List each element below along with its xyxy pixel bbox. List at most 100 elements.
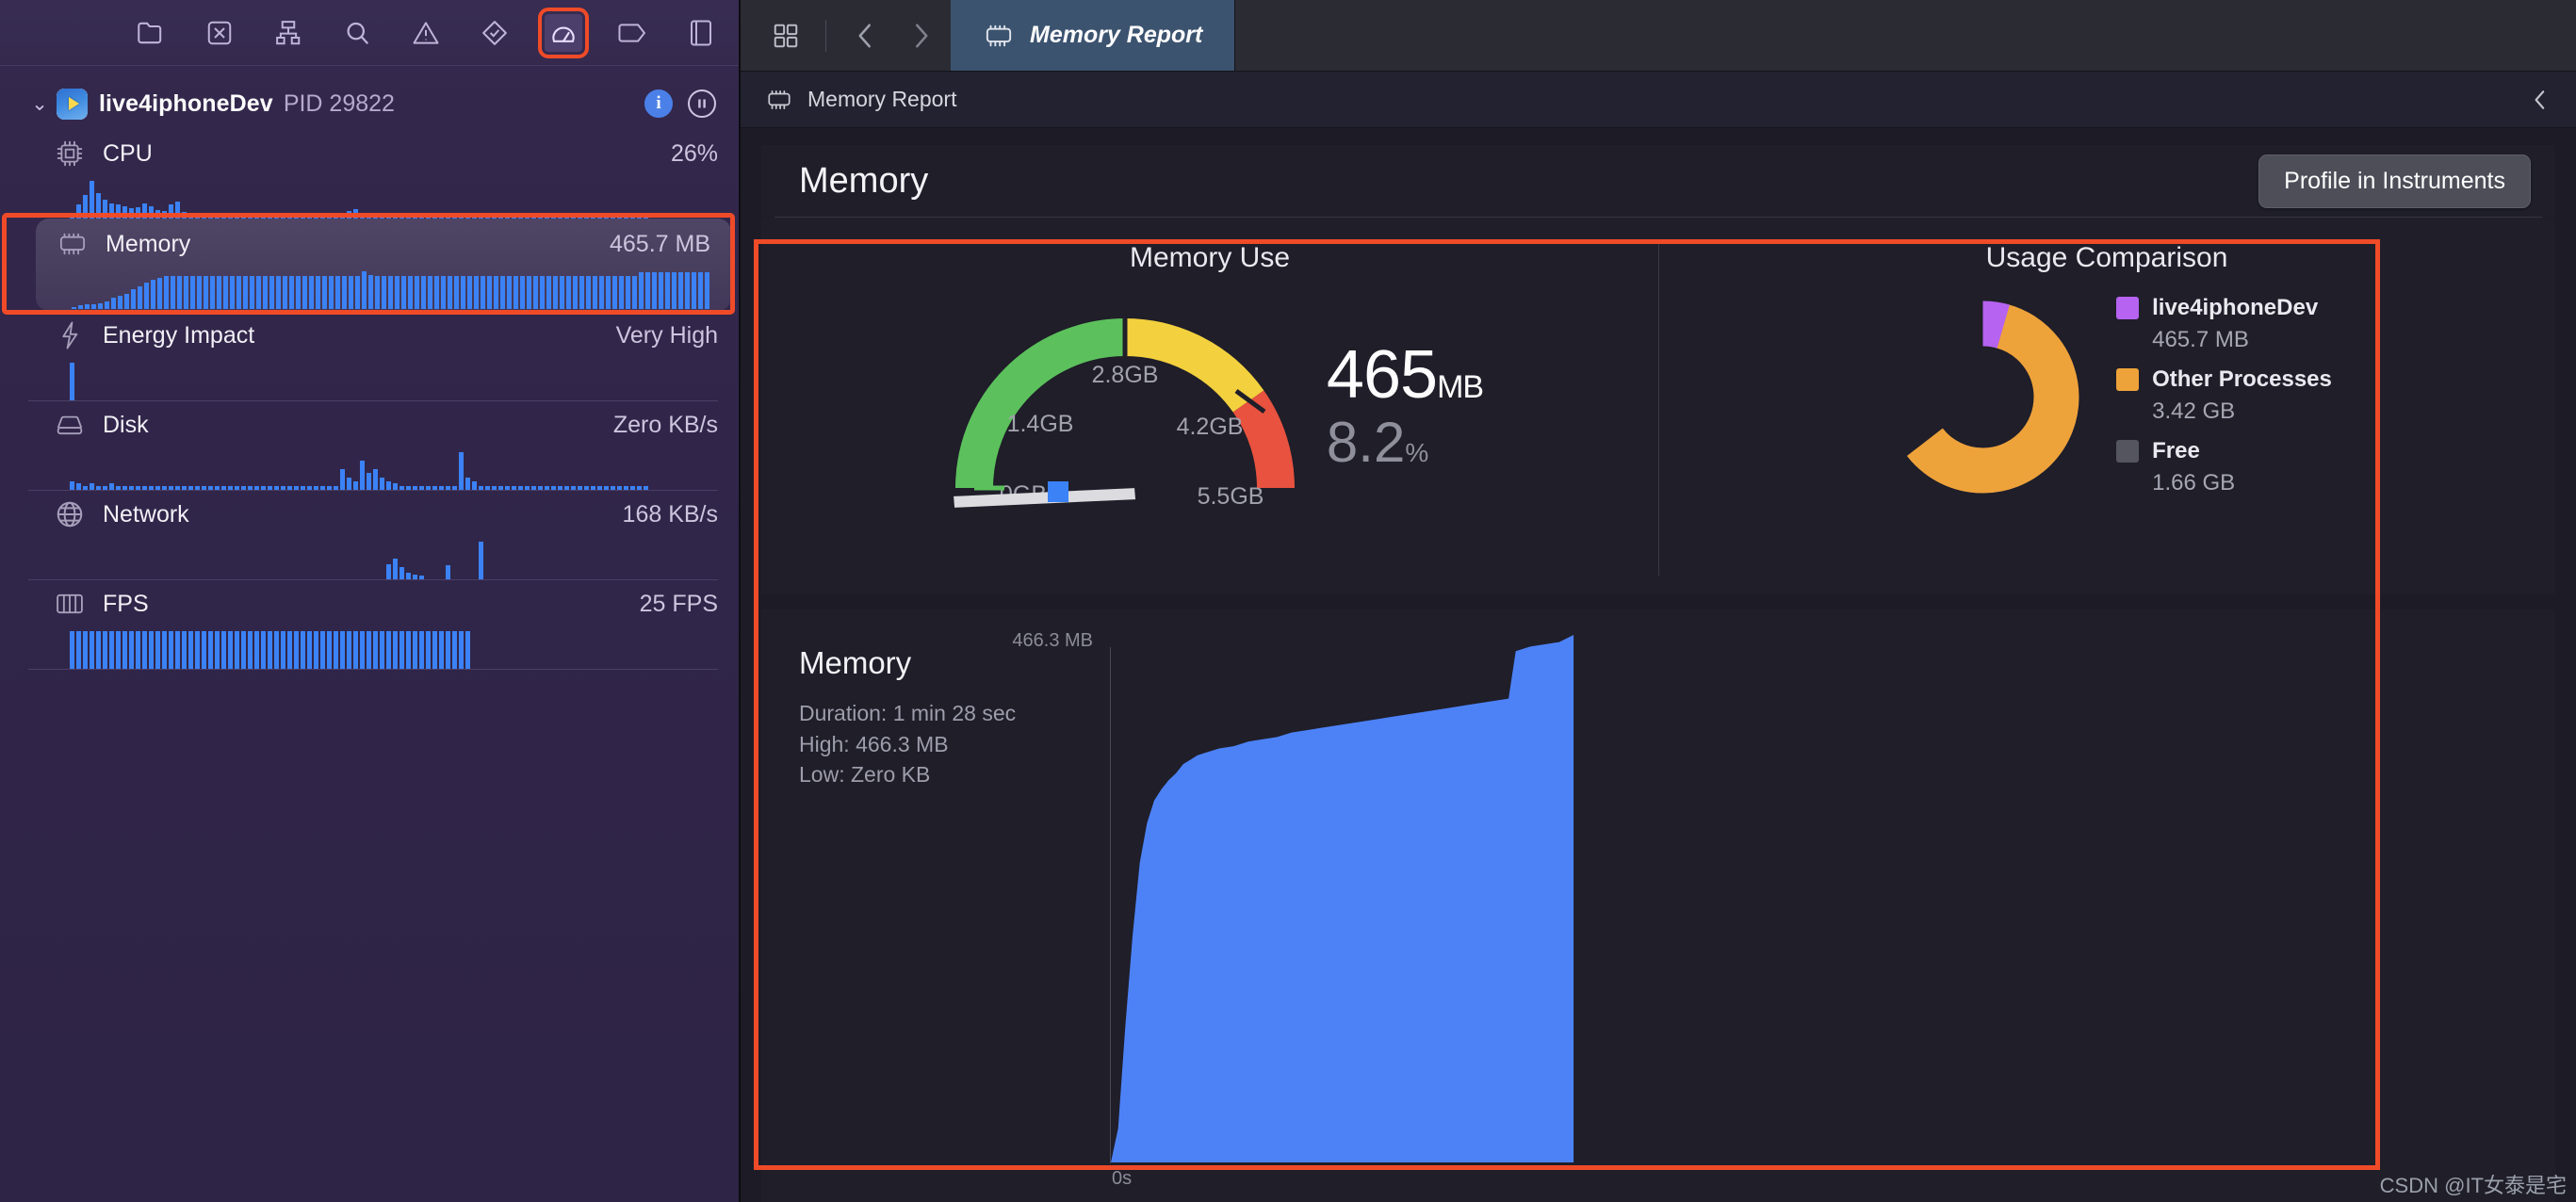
- sidebar-item-fps[interactable]: FPS 25 FPS: [0, 580, 739, 669]
- editor-collapse-button[interactable]: [2531, 88, 2552, 112]
- memory-area-chart: 466.3 MB 0s 184s: [1110, 634, 2527, 1202]
- sidebar-item-network[interactable]: Network 168 KB/s: [0, 491, 739, 579]
- memory-value: 465: [1327, 337, 1437, 413]
- navigator-toolbar: [0, 0, 739, 66]
- sidebar-item-disk[interactable]: Disk Zero KB/s: [0, 401, 739, 490]
- process-pid: PID 29822: [284, 90, 395, 118]
- usage-donut-chart: [1882, 296, 2084, 503]
- svg-text:4.2GB: 4.2GB: [1176, 414, 1243, 440]
- svg-text:1.4GB: 1.4GB: [1006, 411, 1073, 437]
- chevron-down-icon[interactable]: ⌄: [28, 94, 51, 114]
- folder-icon[interactable]: [132, 14, 170, 52]
- memory-percent: 8.2: [1327, 411, 1405, 474]
- energy-sparkline: [70, 359, 718, 400]
- legend-swatch: [2116, 440, 2139, 463]
- energy-bolt-icon: [52, 319, 88, 351]
- legend-value: 3.42 GB: [2152, 398, 2332, 425]
- profile-in-instruments-button[interactable]: Profile in Instruments: [2258, 154, 2531, 208]
- process-name: live4iphoneDev: [99, 90, 273, 118]
- sidebar-item-energy-impact[interactable]: Energy Impact Very High: [0, 312, 739, 400]
- legend-label: Free: [2152, 438, 2200, 464]
- debug-navigator-sidebar: ⌄ live4iphoneDev PID 29822 i: [0, 0, 741, 1202]
- watermark: CSDN @IT女泰是宅: [2380, 1169, 2567, 1199]
- debug-gauge-icon[interactable]: [545, 14, 582, 52]
- legend-swatch: [2116, 368, 2139, 391]
- memory-chip-icon: [765, 88, 793, 112]
- sidebar-item-label: Memory: [106, 231, 190, 258]
- sidebar-item-label: Energy Impact: [103, 322, 254, 349]
- legend-item: live4iphoneDev: [2116, 295, 2332, 321]
- chevron-right-icon[interactable]: [896, 11, 945, 60]
- fps-sparkline: [70, 627, 718, 669]
- tab-memory-report[interactable]: Memory Report: [951, 0, 1235, 71]
- usage-legend: live4iphoneDev 465.7 MB Other Processes …: [2116, 295, 2332, 504]
- breadcrumb-label: Memory Report: [807, 87, 956, 112]
- usage-comparison-card: Usage Comparison: [1658, 218, 2555, 594]
- sidebar-item-value: 25 FPS: [640, 591, 718, 618]
- gauges-section: Memory Use: [761, 218, 2555, 594]
- memory-chip-icon: [983, 22, 1015, 50]
- memory-use-title: Memory Use: [1130, 242, 1290, 274]
- usage-comparison-title: Usage Comparison: [1986, 242, 2228, 274]
- sidebar-item-value: 168 KB/s: [623, 501, 718, 528]
- sidebar-item-label: FPS: [103, 591, 149, 618]
- chevron-left-icon[interactable]: [841, 11, 890, 60]
- debug-metric-tree: ⌄ live4iphoneDev PID 29822 i: [0, 66, 739, 670]
- legend-label: Other Processes: [2152, 366, 2332, 393]
- legend-item: Other Processes: [2116, 366, 2332, 393]
- sidebar-item-value: Zero KB/s: [613, 412, 718, 439]
- panel-header: Memory Profile in Instruments: [761, 145, 2555, 217]
- issue-warning-icon[interactable]: [407, 14, 445, 52]
- memory-gauge: 2.8GB 1.4GB 4.2GB 0GB 5.5GB: [937, 285, 1313, 526]
- svg-text:5.5GB: 5.5GB: [1197, 483, 1264, 510]
- sidebar-item-value: 465.7 MB: [610, 231, 710, 258]
- divider: [28, 669, 718, 670]
- report-icon[interactable]: [682, 14, 720, 52]
- cpu-chip-icon: [52, 138, 88, 170]
- memory-use-card: Memory Use: [761, 218, 1658, 594]
- disk-icon: [52, 409, 88, 441]
- memory-timeline-panel: Memory Duration: 1 min 28 sec High: 466.…: [761, 609, 2555, 1202]
- memory-report-editor: Memory Report Memory Report Memory Profi…: [741, 0, 2576, 1202]
- sidebar-item-label: Network: [103, 501, 189, 528]
- divider: [825, 20, 826, 52]
- memory-chip-icon: [55, 228, 90, 260]
- network-globe-icon: [52, 498, 88, 530]
- graph-duration: Duration: 1 min 28 sec: [799, 698, 1110, 729]
- page-title: Memory: [799, 161, 928, 202]
- legend-value: 1.66 GB: [2152, 470, 2332, 496]
- memory-value-block: 465MB 8.2%: [1327, 336, 1483, 475]
- xcode-debug-navigator-window: ⌄ live4iphoneDev PID 29822 i: [0, 0, 2576, 1202]
- fps-icon: [52, 588, 88, 620]
- sidebar-item-value: Very High: [616, 322, 718, 349]
- source-control-icon[interactable]: [201, 14, 238, 52]
- process-row[interactable]: ⌄ live4iphoneDev PID 29822 i: [0, 77, 739, 130]
- sidebar-item-label: Disk: [103, 412, 149, 439]
- x-axis-start-label: 0s: [1112, 1168, 1132, 1190]
- app-icon: [57, 89, 88, 120]
- cpu-sparkline: [70, 177, 718, 219]
- sidebar-item-label: CPU: [103, 140, 153, 168]
- symbol-hierarchy-icon[interactable]: [269, 14, 307, 52]
- network-sparkline: [70, 538, 718, 579]
- legend-label: live4iphoneDev: [2152, 295, 2318, 321]
- graph-low: Low: Zero KB: [799, 759, 1110, 790]
- sidebar-item-memory[interactable]: Memory 465.7 MB: [0, 219, 739, 311]
- graph-high: High: 466.3 MB: [799, 729, 1110, 760]
- memory-percent-unit: %: [1405, 438, 1428, 467]
- report-content: Memory Profile in Instruments Memory Use: [741, 128, 2576, 1202]
- legend-value: 465.7 MB: [2152, 327, 2332, 353]
- editor-tab-bar: Memory Report: [741, 0, 2576, 72]
- tab-label: Memory Report: [1030, 22, 1202, 49]
- grid-layout-icon[interactable]: [761, 11, 810, 60]
- breakpoint-icon[interactable]: [613, 14, 651, 52]
- pause-icon[interactable]: [688, 89, 716, 118]
- search-icon[interactable]: [338, 14, 376, 52]
- memory-area-path: [1111, 635, 1776, 1162]
- sidebar-item-cpu[interactable]: CPU 26%: [0, 130, 739, 219]
- info-icon[interactable]: i: [644, 89, 673, 118]
- sidebar-item-value: 26%: [671, 140, 718, 168]
- legend-swatch: [2116, 297, 2139, 319]
- memory-value-unit: MB: [1437, 369, 1483, 405]
- test-diamond-icon[interactable]: [476, 14, 514, 52]
